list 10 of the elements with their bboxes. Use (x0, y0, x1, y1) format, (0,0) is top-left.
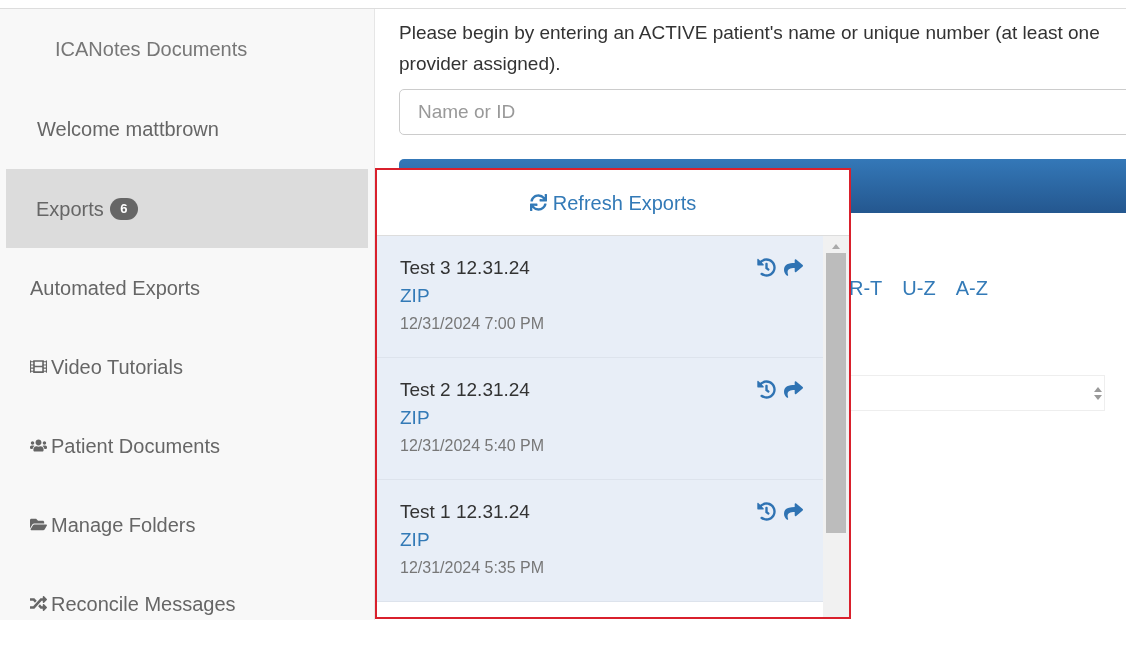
instructions-text: Please begin by entering an ACTIVE patient's name or unique number (at least one provider assigned). (399, 21, 1101, 76)
export-name: Test 3 12.31.24 (400, 256, 531, 280)
welcome-text: Welcome mattbrown (37, 117, 219, 142)
export-name: Test 1 12.31.24 (400, 500, 531, 524)
export-date: 12/31/2024 7:00 PM (400, 314, 545, 334)
sidebar-title: ICANotes Documents (55, 37, 248, 62)
export-name: Test 2 12.31.24 (400, 378, 531, 402)
export-date: 12/31/2024 5:35 PM (400, 558, 545, 578)
count-badge: 6 (109, 197, 138, 220)
export-date: 12/31/2024 5:40 PM (400, 436, 545, 456)
